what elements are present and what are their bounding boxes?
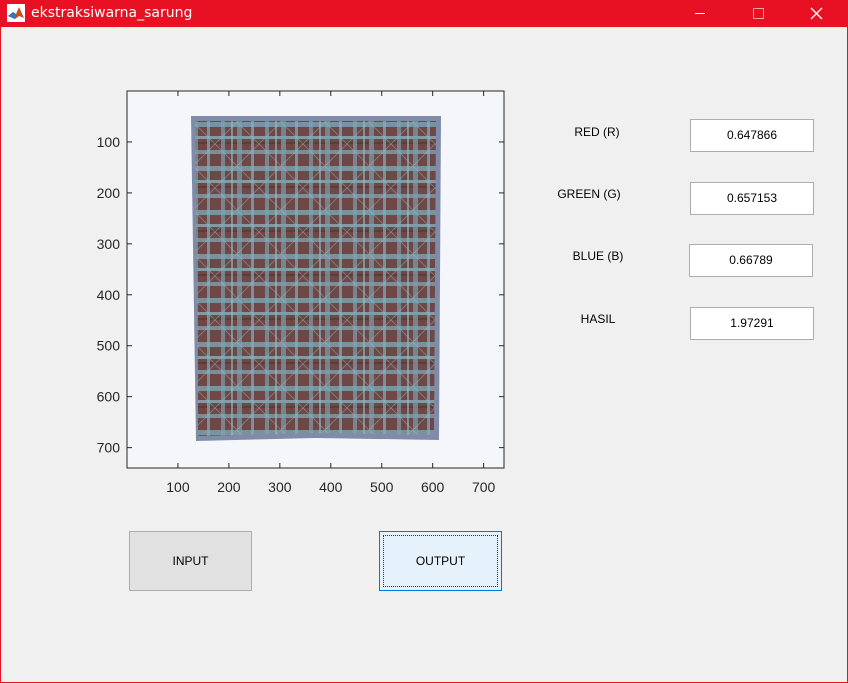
x-tick-label: 600 [421,479,445,495]
y-tick-label: 700 [97,440,121,456]
hasil-label: HASIL [580,312,616,326]
hasil-value-field[interactable]: 1.97291 [690,307,814,340]
focus-ring [383,535,498,587]
red-label: RED (R) [574,125,620,139]
green-label: GREEN (G) [557,187,621,201]
x-tick-label: 300 [268,479,292,495]
app-window: ekstraksiwarna_sarung 100 200 300 400 50… [0,0,848,683]
blue-label: BLUE (B) [572,249,624,263]
green-value-field[interactable]: 0.657153 [690,182,814,215]
y-tick-label: 500 [97,338,121,354]
y-tick-label: 100 [97,134,121,150]
output-button[interactable]: OUTPUT [379,531,502,591]
y-tick-label: 200 [97,185,121,201]
red-value-field[interactable]: 0.647866 [690,119,814,152]
x-tick-label: 500 [370,479,394,495]
y-tick-label: 300 [97,236,121,252]
x-tick-label: 400 [319,479,343,495]
y-tick-label: 600 [97,389,121,405]
x-tick-label: 700 [472,479,496,495]
blue-value-field[interactable]: 0.66789 [689,244,813,277]
input-button[interactable]: INPUT [129,531,252,591]
sarung-plaid [195,121,436,436]
x-tick-label: 200 [217,479,241,495]
x-tick-label: 100 [166,479,190,495]
y-tick-label: 400 [97,287,121,303]
